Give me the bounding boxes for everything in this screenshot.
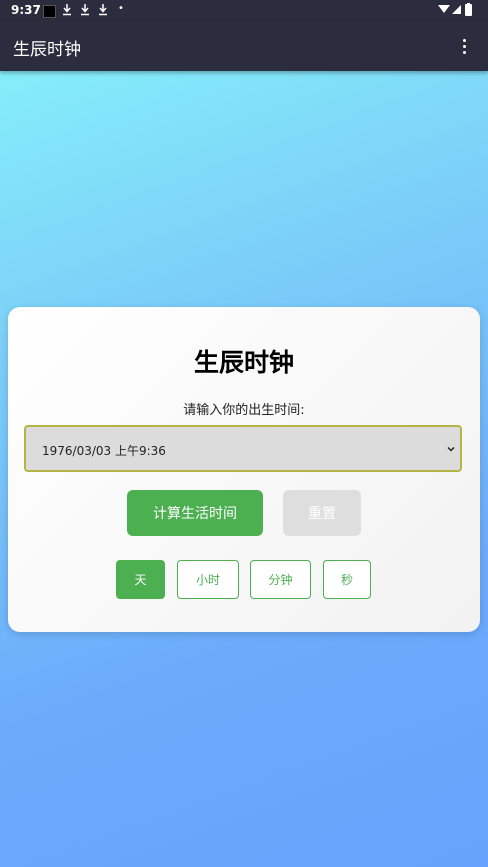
app-bar: 生辰时钟 (0, 20, 488, 71)
reset-button[interactable]: 重置 (283, 490, 361, 536)
signal-icon (452, 5, 461, 14)
status-dot: • (118, 3, 124, 14)
download-icon (99, 4, 107, 16)
unit-minute-button[interactable]: 分钟 (250, 560, 311, 599)
unit-hour-button[interactable]: 小时 (177, 560, 239, 599)
chevron-down-icon (447, 446, 455, 452)
birth-datetime-select[interactable]: 1976/03/03 上午9:36 (24, 425, 462, 472)
status-bar: 9:37 • (0, 0, 488, 20)
download-icon (63, 4, 71, 16)
wifi-icon (438, 5, 450, 13)
battery-icon (465, 4, 472, 16)
app-title: 生辰时钟 (13, 40, 81, 60)
unit-second-button[interactable]: 秒 (323, 560, 371, 599)
main-card: 生辰时钟 请输入你的出生时间: 1976/03/03 上午9:36 计算生活时间… (8, 307, 480, 632)
unit-day-button[interactable]: 天 (116, 560, 165, 599)
status-time: 9:37 (11, 3, 41, 17)
notification-square-icon (43, 5, 56, 18)
download-icon (81, 4, 89, 16)
status-icons (438, 3, 472, 16)
more-vertical-icon[interactable] (454, 36, 474, 56)
calculate-button[interactable]: 计算生活时间 (127, 490, 263, 536)
birth-time-label: 请输入你的出生时间: (183, 403, 305, 418)
page-title: 生辰时钟 (193, 348, 294, 377)
birth-datetime-value: 1976/03/03 上午9:36 (42, 444, 166, 458)
